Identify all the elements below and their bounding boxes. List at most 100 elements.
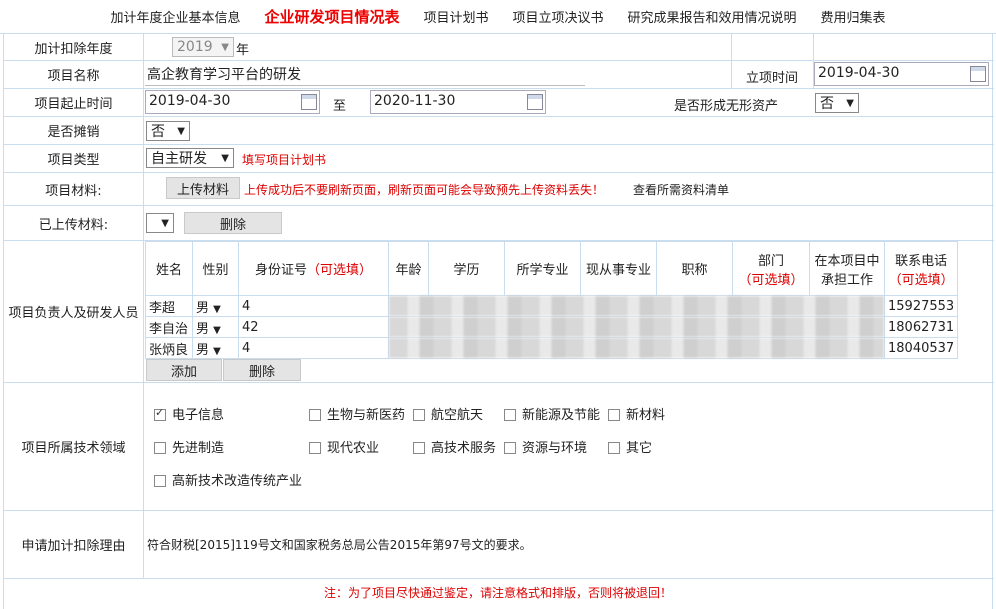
- tech-option[interactable]: 新能源及节能: [504, 404, 600, 423]
- tech-option[interactable]: 高新技术改造传统产业: [154, 470, 302, 489]
- tab-results-report[interactable]: 研究成果报告和效用情况说明: [616, 7, 809, 26]
- type-select[interactable]: 自主研发 ▼: [146, 148, 234, 168]
- person-id[interactable]: 4: [238, 337, 389, 359]
- checkbox-icon[interactable]: [309, 408, 321, 421]
- end-date-input[interactable]: 2020-11-30: [370, 90, 546, 114]
- amortize-select[interactable]: 否 ▼: [146, 121, 190, 141]
- project-form: 加计扣除年度 2019 ▼ 年 项目名称 高企教育学习平台的研发 立项时间 201…: [3, 34, 994, 609]
- reason-text[interactable]: 符合财税[2015]119号文和国家税务总局公告2015年第97号文的要求。: [147, 536, 532, 553]
- delete-person-button[interactable]: 删除: [223, 359, 301, 381]
- tab-rd-projects[interactable]: 企业研发项目情况表: [252, 6, 411, 27]
- checkbox-icon[interactable]: [608, 408, 620, 421]
- intangible-select[interactable]: 否 ▼: [815, 93, 859, 113]
- tech-option[interactable]: 资源与环境: [504, 437, 587, 456]
- uploaded-select[interactable]: ▼: [146, 213, 174, 233]
- tab-project-plan[interactable]: 项目计划书: [411, 7, 500, 26]
- year-select[interactable]: 2019 ▼: [172, 37, 234, 57]
- checkbox-icon[interactable]: [413, 408, 425, 421]
- checkbox-checked-icon[interactable]: [154, 406, 166, 421]
- upload-button[interactable]: 上传材料: [166, 177, 240, 199]
- personnel-table: 姓名 性别 身份证号（可选填） 年龄 学历 所学专业 现从事专业 职称 部门 （可…: [145, 241, 959, 359]
- person-phone[interactable]: 18062731: [883, 316, 959, 338]
- delete-material-button[interactable]: 删除: [184, 212, 282, 234]
- type-label: 项目类型: [4, 145, 144, 172]
- redacted-cells: [388, 295, 885, 317]
- gender-select[interactable]: 男 ▼: [192, 316, 239, 338]
- person-name[interactable]: 李超: [145, 295, 193, 317]
- reason-label: 申请加计扣除理由: [4, 511, 144, 578]
- col-dept-text: 部门: [757, 253, 784, 269]
- tab-resolution[interactable]: 项目立项决议书: [501, 7, 616, 26]
- tab-expense[interactable]: 费用归集表: [809, 7, 898, 26]
- row-uploaded: 已上传材料: ▼ 删除: [4, 206, 994, 241]
- col-major: 所学专业: [504, 241, 581, 296]
- add-person-button[interactable]: 添加: [146, 359, 222, 381]
- gender-select[interactable]: 男 ▼: [192, 295, 239, 317]
- intangible-label: 是否形成无形资产: [674, 99, 779, 114]
- notice-text: 注：为了项目尽快通过鉴定，请注意格式和排版，否则将被退回！: [323, 585, 672, 600]
- redacted-cells: [388, 337, 885, 359]
- checkbox-icon[interactable]: [504, 408, 516, 421]
- approval-time-label: 立项时间: [746, 71, 799, 86]
- col-name: 姓名: [145, 241, 193, 296]
- tech-option-label: 现代农业: [327, 441, 380, 456]
- tech-option[interactable]: 高技术服务: [413, 437, 496, 456]
- approval-date-value: 2019-04-30: [818, 65, 900, 81]
- calendar-icon[interactable]: [301, 94, 317, 110]
- tech-option[interactable]: 航空航天: [413, 404, 483, 423]
- tech-option[interactable]: 生物与新医药: [309, 404, 405, 423]
- required-list-link[interactable]: 查看所需资料清单: [633, 181, 729, 198]
- col-dept-optional: （可选填）: [738, 272, 804, 288]
- col-role-text1: 在本项目中: [814, 253, 880, 269]
- project-name-label: 项目名称: [4, 61, 144, 88]
- top-tab-bar: 加计年度企业基本信息 企业研发项目情况表 项目计划书 项目立项决议书 研究成果报…: [0, 0, 996, 34]
- tech-option[interactable]: 现代农业: [309, 437, 379, 456]
- tech-option-label: 高技术服务: [431, 441, 497, 456]
- chevron-down-icon: ▼: [177, 125, 185, 137]
- person-name[interactable]: 李自治: [145, 316, 193, 338]
- person-phone[interactable]: 18040537: [883, 337, 959, 359]
- col-phone: 联系电话 （可选填）: [883, 241, 959, 296]
- table-row: 张炳良 男 ▼ 4 18040537: [145, 337, 959, 359]
- person-id[interactable]: 4: [238, 295, 389, 317]
- calendar-icon[interactable]: [527, 94, 543, 110]
- chevron-down-icon: ▼: [846, 97, 854, 109]
- amortize-value: 否: [151, 124, 165, 140]
- project-name-input[interactable]: 高企教育学习平台的研发: [145, 64, 585, 86]
- type-value: 自主研发: [151, 151, 207, 167]
- amortize-label: 是否摊销: [4, 117, 144, 144]
- tab-basic-info[interactable]: 加计年度企业基本信息: [98, 7, 252, 26]
- checkbox-icon[interactable]: [154, 441, 166, 454]
- chevron-down-icon: ▼: [213, 324, 221, 336]
- checkbox-icon[interactable]: [608, 441, 620, 454]
- row-amortize: 是否摊销 否 ▼: [4, 117, 994, 145]
- tech-option-label: 高新技术改造传统产业: [172, 474, 303, 489]
- person-id[interactable]: 42: [238, 316, 389, 338]
- fill-plan-link[interactable]: 填写项目计划书: [242, 151, 326, 168]
- tech-option[interactable]: 先进制造: [154, 437, 224, 456]
- checkbox-icon[interactable]: [504, 441, 516, 454]
- checkbox-icon[interactable]: [309, 441, 321, 454]
- table-row: 李自治 男 ▼ 42 18062731: [145, 316, 959, 338]
- person-id-value: 42: [242, 319, 259, 335]
- tech-option-label: 资源与环境: [522, 441, 588, 456]
- checkbox-icon[interactable]: [413, 441, 425, 454]
- checkbox-icon[interactable]: [154, 474, 166, 487]
- col-edu: 学历: [428, 241, 505, 296]
- gender-select[interactable]: 男 ▼: [192, 337, 239, 359]
- person-phone[interactable]: 15927553: [883, 295, 959, 317]
- tech-option[interactable]: 其它: [608, 437, 652, 456]
- start-date-input[interactable]: 2019-04-30: [145, 90, 320, 114]
- col-id-optional: （可选填）: [307, 263, 373, 278]
- tech-option[interactable]: 电子信息: [154, 404, 224, 423]
- tech-option[interactable]: 新材料: [608, 404, 665, 423]
- upload-warning: 上传成功后不要刷新页面，刷新页面可能会导致预先上传资料丢失！: [244, 183, 605, 197]
- tech-option-label: 生物与新医药: [327, 408, 406, 423]
- approval-date-input[interactable]: 2019-04-30: [814, 62, 989, 86]
- col-phone-text: 联系电话: [895, 253, 948, 269]
- chevron-down-icon: ▼: [221, 41, 229, 53]
- material-label: 项目材料:: [4, 173, 144, 205]
- chevron-down-icon: ▼: [213, 303, 221, 315]
- person-name[interactable]: 张炳良: [145, 337, 193, 359]
- calendar-icon[interactable]: [970, 66, 986, 82]
